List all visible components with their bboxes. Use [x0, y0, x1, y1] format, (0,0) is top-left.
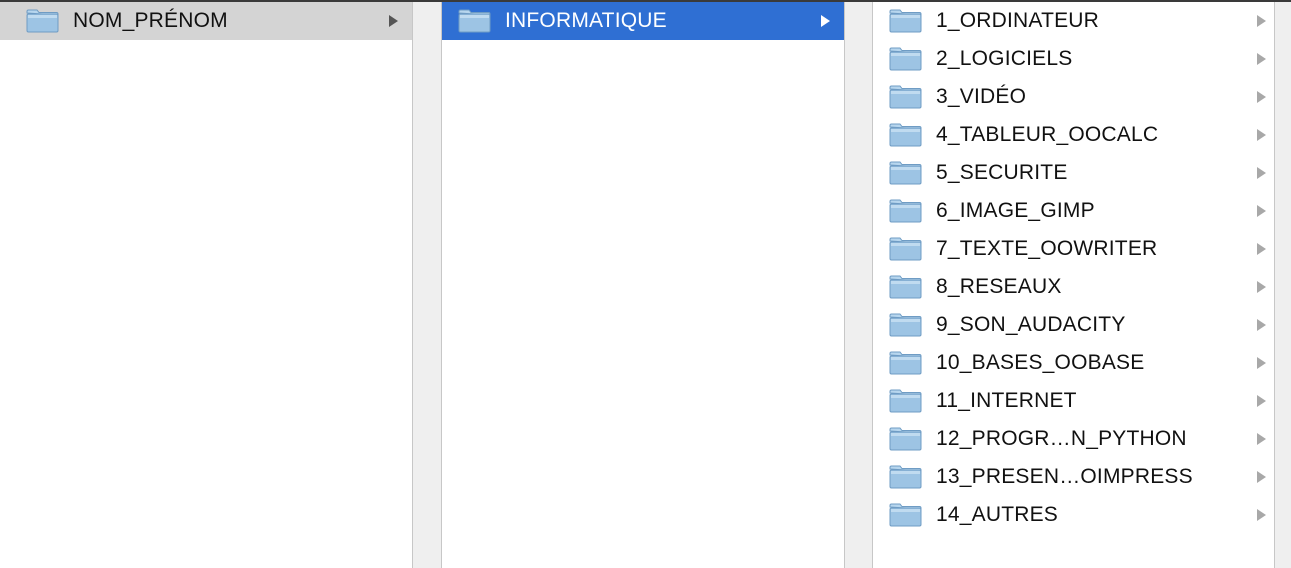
disclosure-arrow-icon — [1257, 167, 1266, 179]
folder-row[interactable]: 4_TABLEUR_OOCALC — [873, 116, 1274, 154]
folder-row[interactable]: 11_INTERNET — [873, 382, 1274, 420]
folder-label: 1_ORDINATEUR — [936, 9, 1100, 32]
disclosure-arrow-icon — [1257, 129, 1266, 141]
disclosure-arrow-icon — [1257, 91, 1266, 103]
finder-column-browser: NOM_PRÉNOM INFORMATIQUE 1_ORDINATEUR 2_L… — [0, 0, 1291, 568]
disclosure-arrow-icon — [1257, 319, 1266, 331]
folder-row[interactable]: 10_BASES_OOBASE — [873, 344, 1274, 382]
disclosure-arrow-icon — [1257, 53, 1266, 65]
folder-label: 13_PRESEN…OIMPRESS — [936, 465, 1193, 488]
folder-label: 8_RESEAUX — [936, 275, 1062, 298]
folder-row[interactable]: 3_VIDÉO — [873, 78, 1274, 116]
disclosure-arrow-icon — [389, 15, 398, 27]
disclosure-arrow-icon — [1257, 433, 1266, 445]
folder-label: 6_IMAGE_GIMP — [936, 199, 1095, 222]
folder-label: 14_AUTRES — [936, 503, 1059, 526]
folder-row[interactable]: 6_IMAGE_GIMP — [873, 192, 1274, 230]
folder-icon — [889, 47, 922, 71]
folder-label: INFORMATIQUE — [505, 9, 667, 32]
folder-label: 9_SON_AUDACITY — [936, 313, 1126, 336]
folder-row[interactable]: 2_LOGICIELS — [873, 40, 1274, 78]
folder-row[interactable]: 14_AUTRES — [873, 496, 1274, 534]
folder-label: 12_PROGR…N_PYTHON — [936, 427, 1187, 450]
folder-icon — [889, 199, 922, 223]
folder-icon — [889, 389, 922, 413]
disclosure-arrow-icon — [1257, 281, 1266, 293]
disclosure-arrow-icon — [1257, 243, 1266, 255]
folder-row[interactable]: 8_RESEAUX — [873, 268, 1274, 306]
disclosure-arrow-icon — [1257, 15, 1266, 27]
folder-row[interactable]: 1_ORDINATEUR — [873, 2, 1274, 40]
folder-label: 3_VIDÉO — [936, 85, 1027, 108]
column-divider[interactable] — [412, 2, 442, 568]
folder-label: NOM_PRÉNOM — [73, 9, 228, 32]
folder-icon — [889, 275, 922, 299]
folder-icon — [26, 9, 59, 33]
folder-row[interactable]: 13_PRESEN…OIMPRESS — [873, 458, 1274, 496]
folder-row[interactable]: 9_SON_AUDACITY — [873, 306, 1274, 344]
disclosure-arrow-icon — [1257, 205, 1266, 217]
folder-label: 4_TABLEUR_OOCALC — [936, 123, 1159, 146]
disclosure-arrow-icon — [821, 15, 830, 27]
folder-row-informatique[interactable]: INFORMATIQUE — [442, 2, 844, 40]
folder-label: 2_LOGICIELS — [936, 47, 1073, 70]
disclosure-arrow-icon — [1257, 395, 1266, 407]
folder-row[interactable]: 7_TEXTE_OOWRITER — [873, 230, 1274, 268]
folder-icon — [889, 465, 922, 489]
folder-label: 7_TEXTE_OOWRITER — [936, 237, 1158, 260]
folder-icon — [889, 427, 922, 451]
column-divider[interactable] — [844, 2, 873, 568]
folder-icon — [889, 85, 922, 109]
folder-icon — [889, 123, 922, 147]
disclosure-arrow-icon — [1257, 471, 1266, 483]
folder-icon — [889, 9, 922, 33]
folder-icon — [889, 237, 922, 261]
folder-icon — [889, 313, 922, 337]
folder-label: 10_BASES_OOBASE — [936, 351, 1145, 374]
column-1[interactable]: NOM_PRÉNOM — [0, 2, 412, 568]
folder-icon — [889, 351, 922, 375]
column-divider — [1274, 2, 1291, 568]
folder-icon — [889, 161, 922, 185]
folder-icon — [889, 503, 922, 527]
disclosure-arrow-icon — [1257, 509, 1266, 521]
folder-label: 11_INTERNET — [936, 389, 1077, 412]
column-2[interactable]: INFORMATIQUE — [442, 2, 844, 568]
folder-label: 5_SECURITE — [936, 161, 1068, 184]
folder-row[interactable]: 5_SECURITE — [873, 154, 1274, 192]
column-3[interactable]: 1_ORDINATEUR 2_LOGICIELS 3_VIDÉO 4_TABLE… — [873, 2, 1274, 568]
disclosure-arrow-icon — [1257, 357, 1266, 369]
folder-icon — [458, 9, 491, 33]
folder-row-nom-prenom[interactable]: NOM_PRÉNOM — [0, 2, 412, 40]
folder-row[interactable]: 12_PROGR…N_PYTHON — [873, 420, 1274, 458]
